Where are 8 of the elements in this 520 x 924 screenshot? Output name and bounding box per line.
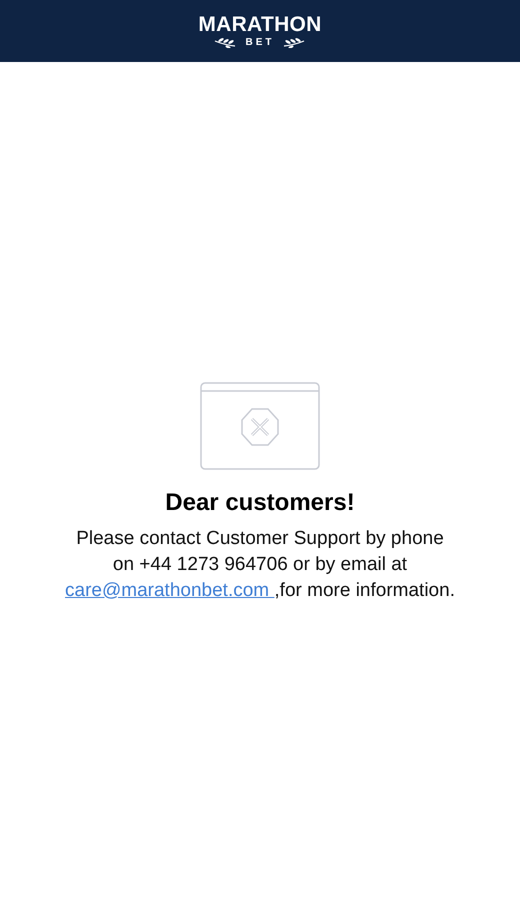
logo-title: MARATHON — [198, 14, 322, 36]
notice-title: Dear customers! — [165, 488, 355, 518]
laurel-icon — [213, 38, 238, 48]
notice-text: Please contact Customer Support by phone on +44 1273 964706 or by email at care@marathonbet.com ,for more information. — [65, 527, 455, 603]
logo-subtitle: BET — [245, 36, 274, 48]
laurel-icon — [282, 38, 306, 48]
error-window-icon — [200, 382, 320, 470]
email-link[interactable]: care@marathonbet.com — [65, 580, 274, 601]
